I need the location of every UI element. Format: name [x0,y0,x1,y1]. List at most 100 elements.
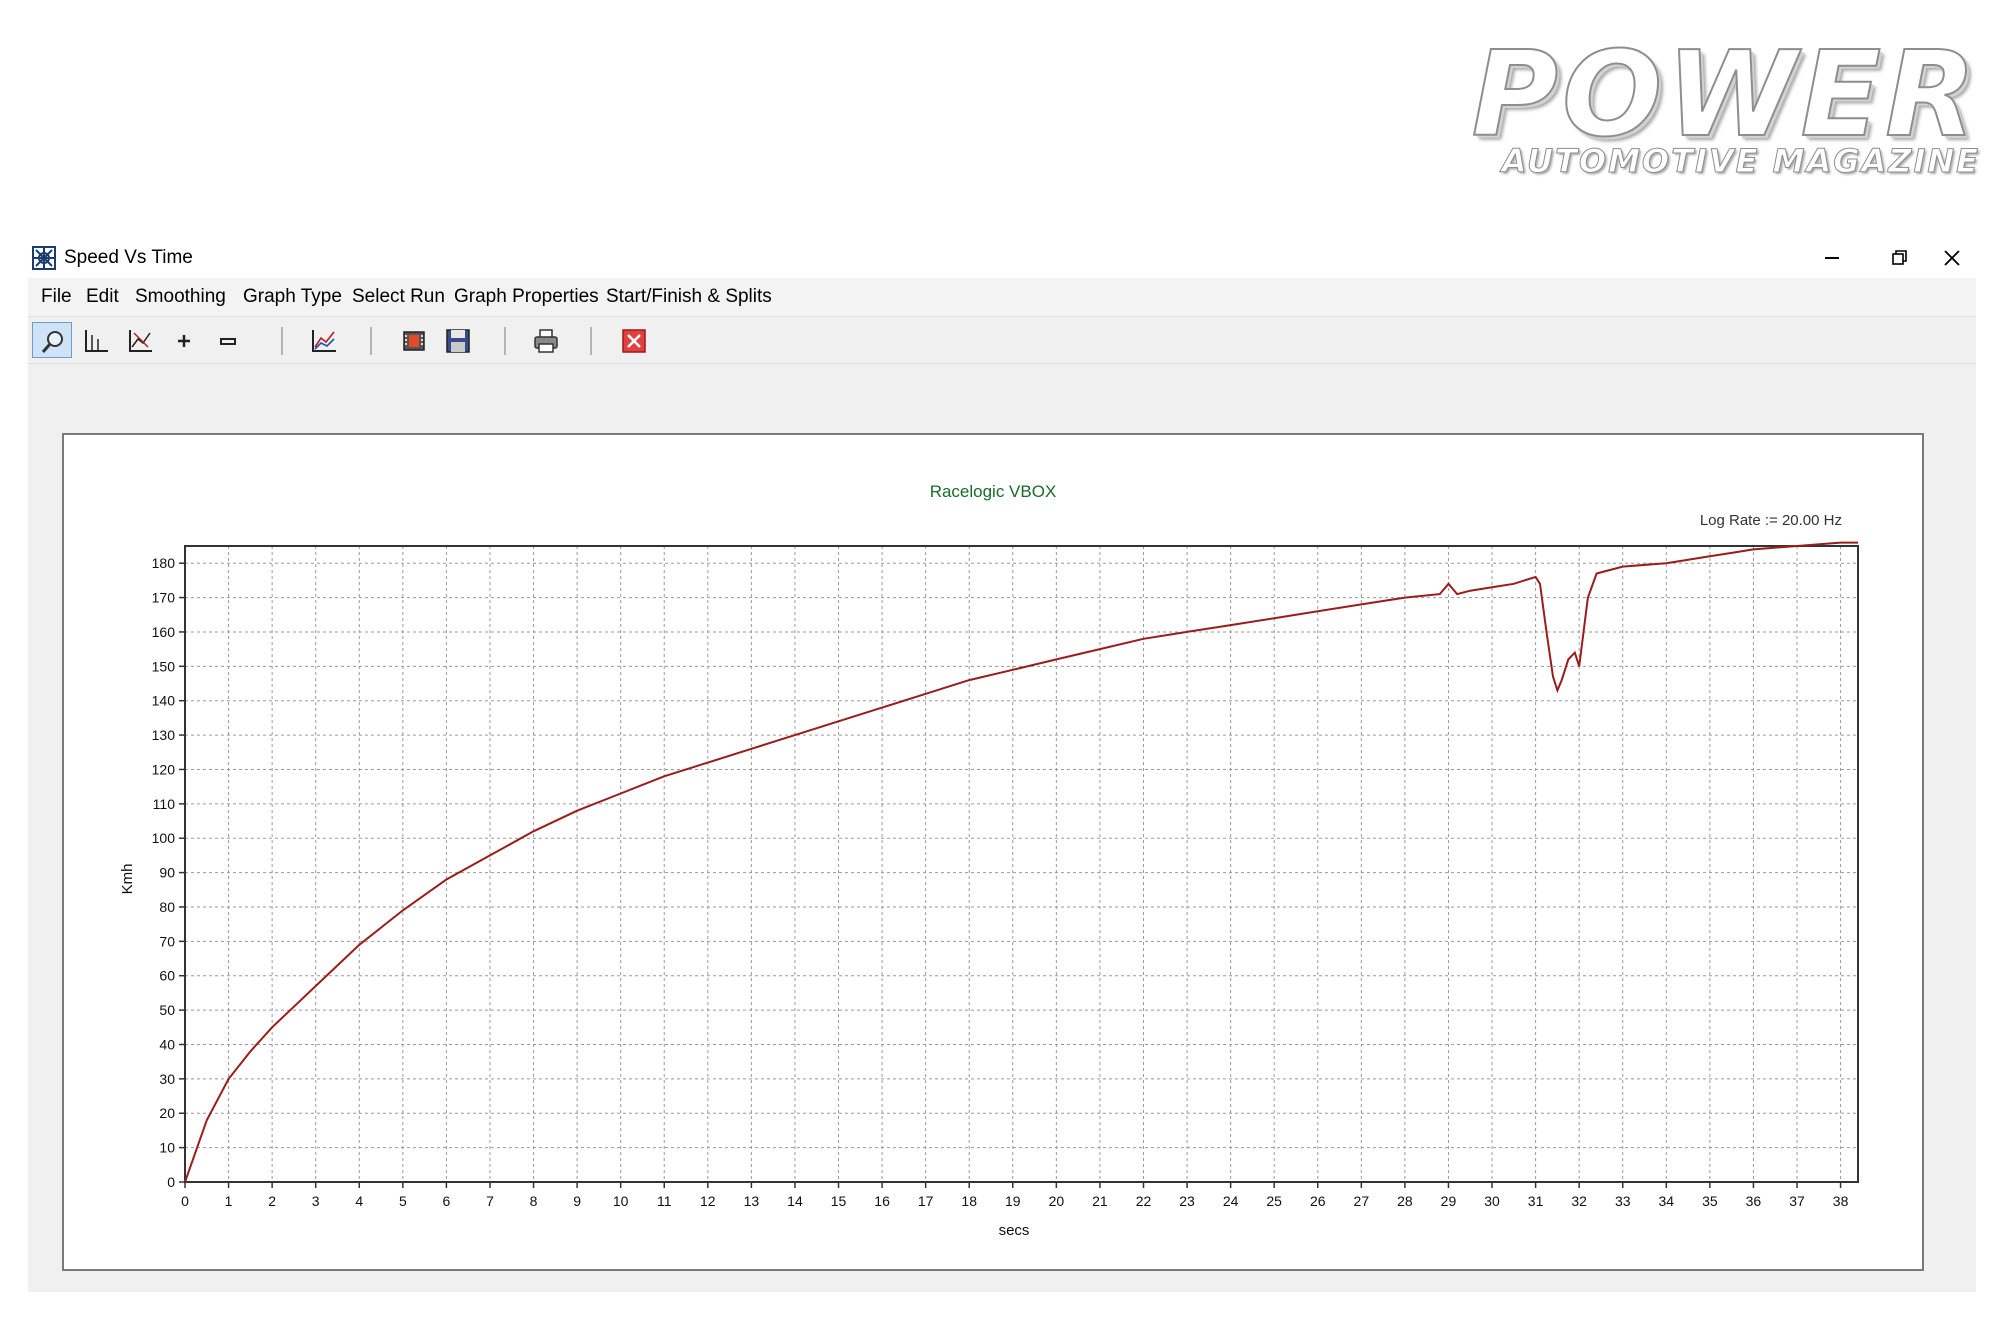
x-tick-label: 26 [1310,1193,1326,1209]
minimize-button[interactable] [1802,238,1862,278]
x-tick-label: 37 [1789,1193,1805,1209]
x-axis-ticks: 0 1 2 3 4 5 6 7 8 9 10 11 12 13 14 15 16 17 18 19 20 21 22 23 24… [181,1182,1849,1209]
x-tick-label: 6 [443,1193,451,1209]
y-tick-label: 140 [152,693,176,709]
y-tick-label: 40 [159,1036,175,1052]
x-axis-label: secs [999,1222,1030,1239]
x-tick-label: 10 [613,1193,629,1209]
x-tick-label: 35 [1702,1193,1718,1209]
x-tick-label: 0 [181,1193,189,1209]
log-rate-annotation: Log Rate := 20.00 Hz [1700,512,1842,529]
axis-icon [85,330,108,352]
multi-graph-button[interactable] [304,322,344,358]
film-button[interactable] [394,322,434,358]
y-tick-label: 120 [152,761,176,777]
speed-time-chart[interactable]: 0102030405060708090100110120130140150160… [64,435,1922,1269]
y-tick-label: 160 [152,624,176,640]
y-tick-label: 170 [152,590,176,606]
y-tick-label: 20 [159,1105,175,1121]
x-tick-label: 24 [1223,1193,1239,1209]
plus-icon [178,335,190,347]
x-tick-label: 33 [1615,1193,1631,1209]
y-tick-label: 60 [159,968,175,984]
x-tick-label: 7 [486,1193,494,1209]
x-tick-label: 2 [268,1193,276,1209]
x-tick-label: 11 [657,1193,672,1209]
graph-app-icon [32,246,56,270]
restore-button[interactable] [1870,238,1930,278]
x-tick-label: 4 [355,1193,363,1209]
y-tick-label: 80 [159,899,175,915]
minus-button[interactable] [208,322,248,358]
multi-graph-icon [312,330,336,352]
y-tick-label: 90 [159,865,175,881]
y-tick-label: 50 [159,1002,175,1018]
x-tick-label: 15 [831,1193,847,1209]
menu-graph-type[interactable]: Graph Type [243,286,342,308]
y-tick-label: 100 [152,830,176,846]
save-icon [446,329,470,353]
y-tick-label: 0 [167,1174,175,1190]
x-tick-label: 22 [1136,1193,1152,1209]
menu-start-finish-splits[interactable]: Start/Finish & Splits [606,286,772,308]
plot-area [184,545,1859,1183]
x-tick-label: 19 [1005,1193,1021,1209]
x-tick-label: 13 [744,1193,760,1209]
y-tick-label: 110 [153,796,176,812]
x-tick-label: 28 [1397,1193,1413,1209]
zoom-icon [41,331,63,353]
close-button[interactable] [1938,238,1976,278]
x-tick-label: 34 [1659,1193,1675,1209]
menu-select-run[interactable]: Select Run [352,286,445,308]
y-tick-label: 70 [159,933,175,949]
x-tick-label: 18 [961,1193,977,1209]
close-red-icon [622,329,646,353]
x-tick-label: 1 [225,1193,233,1209]
x-tick-label: 8 [530,1193,538,1209]
print-button[interactable] [526,322,566,358]
x-tick-label: 38 [1833,1193,1849,1209]
x-tick-label: 5 [399,1193,407,1209]
minus-icon [220,338,236,345]
close-graph-button[interactable] [614,322,654,358]
x-tick-label: 27 [1354,1193,1370,1209]
logo-title: POWER [1471,25,1980,163]
x-tick-label: 23 [1179,1193,1195,1209]
minimize-icon [1825,257,1839,259]
x-tick-label: 21 [1092,1193,1108,1209]
close-icon [1944,250,1960,266]
toolbar-separator [504,327,506,355]
menu-edit[interactable]: Edit [86,286,119,308]
cursor-graph-icon [129,330,152,352]
axis-button[interactable] [76,322,116,358]
menu-smoothing[interactable]: Smoothing [135,286,226,308]
y-axis-ticks: 0 10 20 30 40 50 60 70 80 90 100 110 120 130 140 150 160… [152,555,185,1190]
menu-bar: File Edit Smoothing Graph Type Select Ru… [28,278,1976,317]
cursor-graph-button[interactable] [120,322,160,358]
x-tick-label: 29 [1441,1193,1457,1209]
toolbar-separator [370,327,372,355]
print-icon [534,329,558,353]
toolbar-separator [590,327,592,355]
toolbar [28,317,1976,364]
chart-title: Racelogic VBOX [930,482,1057,501]
x-tick-label: 9 [573,1193,581,1209]
x-tick-label: 16 [874,1193,890,1209]
zoom-button[interactable] [32,322,72,358]
y-axis-label: Kmh [119,864,136,895]
x-tick-label: 32 [1571,1193,1587,1209]
plus-button[interactable] [164,322,204,358]
y-tick-label: 180 [152,555,176,571]
restore-icon [1892,250,1907,265]
y-tick-label: 130 [152,727,176,743]
graph-panel: 0 10 20 30 40 50 60 70 80 90 100 110 120 130 140 150 160… [62,433,1924,1271]
x-tick-label: 20 [1049,1193,1065,1209]
save-button[interactable] [438,322,478,358]
title-bar: Speed Vs Time [28,238,1976,278]
menu-file[interactable]: File [41,286,72,308]
x-tick-label: 31 [1528,1193,1544,1209]
film-icon [403,331,425,351]
x-tick-label: 30 [1484,1193,1500,1209]
magazine-logo: POWER AUTOMOTIVE MAGAZINE [1400,25,1980,181]
menu-graph-properties[interactable]: Graph Properties [454,286,599,308]
